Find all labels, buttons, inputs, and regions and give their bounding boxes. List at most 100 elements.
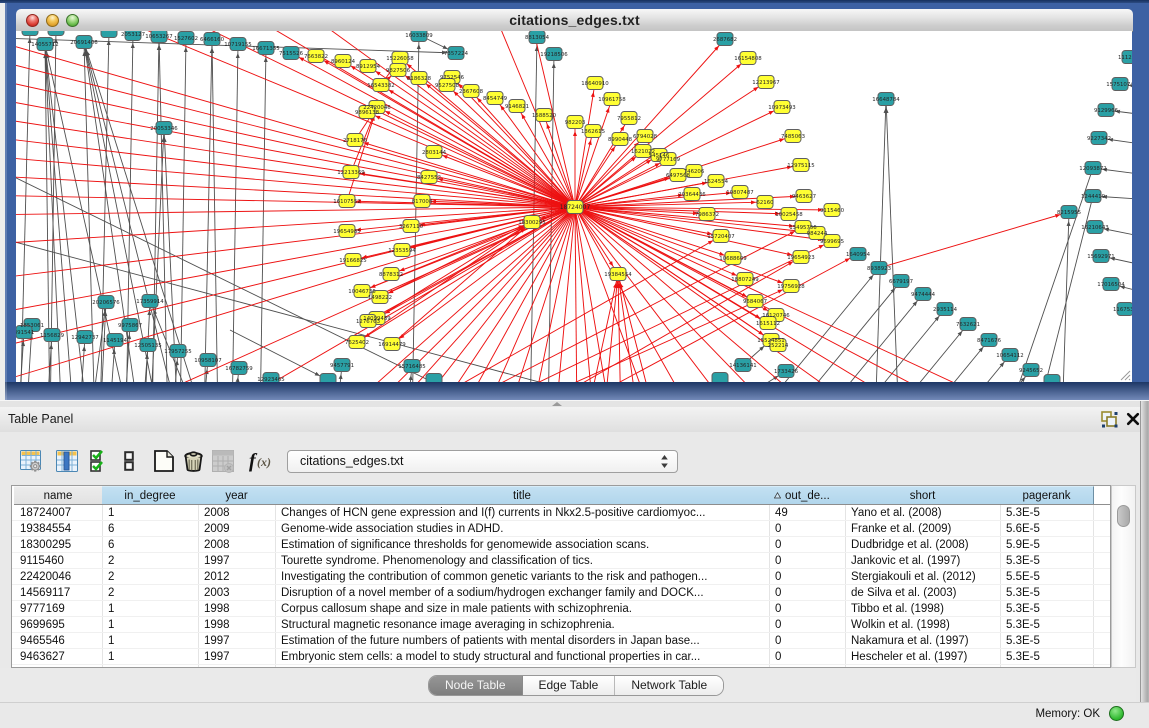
graph-edge-selected[interactable] [618, 274, 639, 382]
graph-node-label: 10973493 [768, 105, 795, 111]
graph-edge[interactable] [1062, 212, 1069, 382]
combobox-stepper-icon[interactable] [660, 454, 669, 469]
graph-edge-selected[interactable] [879, 212, 1069, 268]
graph-node-label: 8912954 [356, 64, 381, 70]
edge-arrowhead [1067, 221, 1071, 226]
edge-arrowhead [609, 261, 613, 266]
graph-node[interactable] [426, 374, 442, 383]
table-row[interactable]: 1830029562008Estimation of significance … [12, 537, 1110, 553]
table-tabs: Node TableEdge TableNetwork Table [428, 675, 724, 696]
show-columns-icon[interactable] [56, 450, 79, 473]
graph-edge[interactable] [895, 355, 1010, 382]
graph-edge-selected[interactable] [16, 55, 575, 207]
graph-edge[interactable] [180, 38, 186, 382]
graph-node-label: 62160 [756, 200, 774, 206]
graph-edge[interactable] [204, 39, 212, 382]
cell-year: 1997 [204, 553, 274, 569]
graph-edge[interactable] [874, 340, 989, 382]
column-header-pagerank[interactable]: pagerank [1000, 486, 1094, 505]
column-header-in_degree[interactable]: in_degree [102, 486, 199, 505]
tab-edge-table[interactable]: Edge Table [523, 676, 616, 695]
node-table[interactable]: namein_degreeyeartitleout_de...shortpage… [11, 485, 1111, 668]
graph-node-label: 12923465 [257, 377, 284, 382]
graph-node[interactable] [48, 31, 64, 36]
new-column-icon[interactable] [153, 450, 176, 473]
graph-edge[interactable] [412, 35, 419, 382]
column-header-title[interactable]: title [275, 486, 770, 505]
column-header-out_de[interactable]: out_de... [769, 486, 846, 505]
edge-arrowhead [443, 45, 448, 49]
delete-table-icon[interactable] [212, 450, 235, 473]
graph-node-label: 252214 [768, 343, 789, 349]
graph-edge-selected[interactable] [575, 207, 655, 382]
select-all-icon[interactable] [90, 450, 113, 473]
splitter-grip-icon[interactable] [552, 402, 562, 406]
edge-arrowhead [521, 114, 525, 119]
network-canvas[interactable]: 1405571220691406205312710653267152760264… [16, 31, 1132, 382]
graph-edge-selected[interactable] [575, 207, 803, 227]
close-panel-icon[interactable] [1126, 412, 1140, 426]
graph-edge[interactable] [886, 99, 899, 382]
table-row[interactable]: 911546021997Tourette syndrome. Phenomeno… [12, 553, 1110, 569]
graph-edge[interactable] [853, 324, 968, 382]
table-mode-icon[interactable] [20, 450, 43, 473]
cell-out_de: 0 [775, 521, 844, 537]
edge-arrowhead [375, 116, 380, 120]
graph-node-label: 16648784 [872, 97, 900, 103]
status-bar [0, 702, 1149, 728]
graph-node-label: 8960124 [331, 59, 356, 65]
graph-node-label: 16914479 [378, 342, 406, 348]
graph-edge[interactable] [875, 99, 886, 382]
graph-edge[interactable] [212, 39, 218, 382]
table-row[interactable]: 1872400712008Changes of HCN gene express… [12, 505, 1110, 521]
edge-arrowhead [769, 111, 774, 115]
column-header-name[interactable]: name [14, 486, 103, 505]
graph-edge[interactable] [916, 370, 1031, 382]
rows-icon[interactable] [124, 450, 147, 473]
graph-node[interactable] [22, 31, 38, 36]
table-row[interactable]: 1456911722003Disruption of a novel membe… [12, 585, 1110, 601]
graph-node-label: 9227342 [1087, 136, 1111, 142]
graph-edge-selected[interactable] [16, 207, 575, 353]
edge-arrowhead [547, 124, 551, 129]
table-row[interactable]: 977716911998Corpus callosum shape and si… [12, 601, 1110, 617]
graph-edge-selected[interactable] [16, 207, 575, 215]
graph-edge-selected[interactable] [392, 222, 532, 344]
graph-node[interactable] [712, 373, 728, 383]
cell-in_degree: 1 [108, 601, 197, 617]
cell-year: 2003 [204, 585, 274, 601]
edge-arrowhead [591, 92, 595, 97]
graph-node[interactable] [320, 374, 336, 383]
graph-node-label: 9115460 [820, 208, 845, 214]
network-graph[interactable]: 1405571220691406205312710653267152760264… [16, 31, 1132, 382]
resize-grip-icon[interactable] [1119, 369, 1131, 381]
graph-node-label: 9699695 [820, 239, 844, 245]
scrollbar-thumb[interactable] [1117, 505, 1130, 527]
graph-node[interactable] [101, 31, 117, 38]
delete-columns-icon[interactable] [183, 450, 206, 473]
function-builder-icon[interactable]: f(x) [249, 450, 272, 473]
graph-node-label: 7625402 [345, 340, 369, 346]
table-row[interactable]: 1938455462009Genome-wide association stu… [12, 521, 1110, 537]
graph-edge-selected[interactable] [347, 107, 377, 201]
table-row[interactable]: 946554611997Estimation of the future num… [12, 633, 1110, 649]
memory-status-icon[interactable] [1109, 706, 1124, 721]
cell-title: Corpus callosum shape and size in male p… [281, 601, 768, 617]
edge-arrowhead [417, 44, 421, 49]
tab-network-table[interactable]: Network Table [615, 676, 723, 695]
graph-node-label: 817008 [412, 199, 433, 205]
column-header-short[interactable]: short [845, 486, 1001, 505]
graph-node-label: 12942737 [71, 335, 98, 341]
table-row[interactable]: 946362711997Embryonic stem cells: a mode… [12, 649, 1110, 665]
graph-node[interactable] [1044, 375, 1060, 383]
tab-node-table[interactable]: Node Table [429, 676, 523, 695]
cell-name: 18724007 [20, 505, 101, 521]
graph-edge-selected[interactable] [16, 207, 575, 245]
table-row[interactable]: 969969511998Structural magnetic resonanc… [12, 617, 1110, 633]
column-header-year[interactable]: year [198, 486, 276, 505]
graph-node-label: 8878312 [379, 272, 403, 278]
table-row[interactable]: 2242004622012Investigating the contribut… [12, 569, 1110, 585]
graph-edge-selected[interactable] [575, 207, 577, 382]
graph-edge[interactable] [260, 48, 266, 382]
float-panel-icon[interactable] [1101, 411, 1119, 428]
